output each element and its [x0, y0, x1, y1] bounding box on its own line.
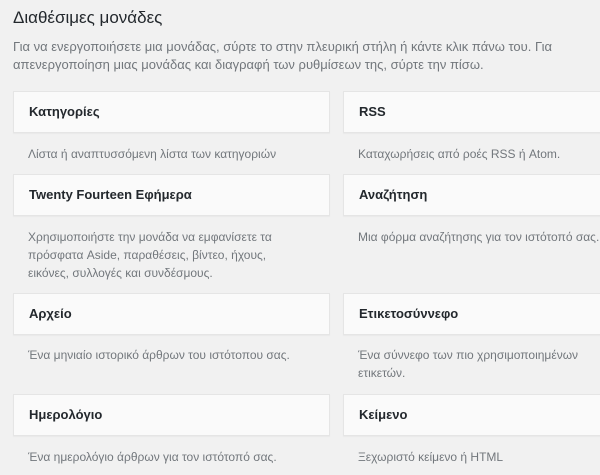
widget-description-line: εικόνες, συλλογές και συνδέσμους.	[28, 266, 213, 280]
widget-description: Χρησιμοποιήστε την μονάδα να εμφανίσετε …	[28, 228, 272, 282]
widget-description: Ένα σύννεφο των πιο χρησιμοποιημένων ετι…	[358, 346, 578, 382]
widget-description-line: Ένα σύννεφο των πιο χρησιμοποιημένων	[358, 348, 579, 362]
page-title: Διαθέσιμες μονάδες	[13, 8, 163, 27]
available-widgets-panel: Διαθέσιμες μονάδες Για να ενεργοποιήσετε…	[0, 0, 600, 475]
widget-description: Καταχωρήσεις από ροές RSS ή Atom.	[358, 145, 560, 163]
widget-description-line: Ένα μηνιαίο ιστορικό άρθρων του ιστότοπο…	[28, 348, 290, 362]
widget-tag-cloud[interactable]: Ετικετοσύννεφο	[343, 293, 600, 335]
widget-archives[interactable]: Αρχείο	[13, 293, 330, 335]
widget-twenty-fourteen-ephemera[interactable]: Twenty Fourteen Εφήμερα	[13, 174, 330, 216]
widget-description-line: Ένα ημερολόγιο άρθρων για τον ιστότοπό σ…	[28, 450, 277, 464]
widget-description: Λίστα ή αναπτυσσόμενη λίστα των κατηγορι…	[28, 145, 276, 163]
widget-title: Αρχείο	[29, 306, 72, 321]
widget-description-line: Καταχωρήσεις από ροές RSS ή Atom.	[358, 147, 561, 161]
widget-calendar[interactable]: Ημερολόγιο	[13, 394, 330, 436]
panel-description: Για να ενεργοποιήσετε μια μονάδας, σύρτε…	[13, 39, 552, 72]
widget-description-line: ετικετών.	[358, 366, 406, 380]
widget-description-line: Ξεχωριστό κείμενο ή HTML	[358, 450, 504, 464]
widget-description: Ένα ημερολόγιο άρθρων για τον ιστότοπό σ…	[28, 448, 277, 466]
widget-search[interactable]: Αναζήτηση	[343, 174, 600, 216]
widget-description-line: πρόσφατα Aside, παραθέσεις, βίντεο, ήχου…	[28, 248, 267, 262]
widget-description: Ένα μηνιαίο ιστορικό άρθρων του ιστότοπο…	[28, 346, 290, 364]
widget-rss[interactable]: RSS	[343, 91, 600, 133]
widget-title: Κατηγορίες	[29, 104, 100, 119]
widget-title: Ημερολόγιο	[29, 407, 103, 422]
widget-categories[interactable]: Κατηγορίες	[13, 91, 330, 133]
widget-title: Twenty Fourteen Εφήμερα	[29, 187, 192, 202]
widget-title: Κείμενο	[359, 407, 408, 422]
widget-title: RSS	[359, 104, 386, 119]
widget-title: Ετικετοσύννεφο	[359, 306, 459, 321]
widget-description: Ξεχωριστό κείμενο ή HTML	[358, 448, 503, 466]
widget-description-line: Μια φόρμα αναζήτησης για τον ιστότοπό σα…	[358, 230, 600, 244]
widget-description: Μια φόρμα αναζήτησης για τον ιστότοπό σα…	[358, 228, 599, 246]
widget-text[interactable]: Κείμενο	[343, 394, 600, 436]
widget-description-line: Χρησιμοποιήστε την μονάδα να εμφανίσετε …	[28, 230, 272, 244]
widget-title: Αναζήτηση	[359, 187, 428, 202]
widget-description-line: Λίστα ή αναπτυσσόμενη λίστα των κατηγορι…	[28, 147, 277, 161]
